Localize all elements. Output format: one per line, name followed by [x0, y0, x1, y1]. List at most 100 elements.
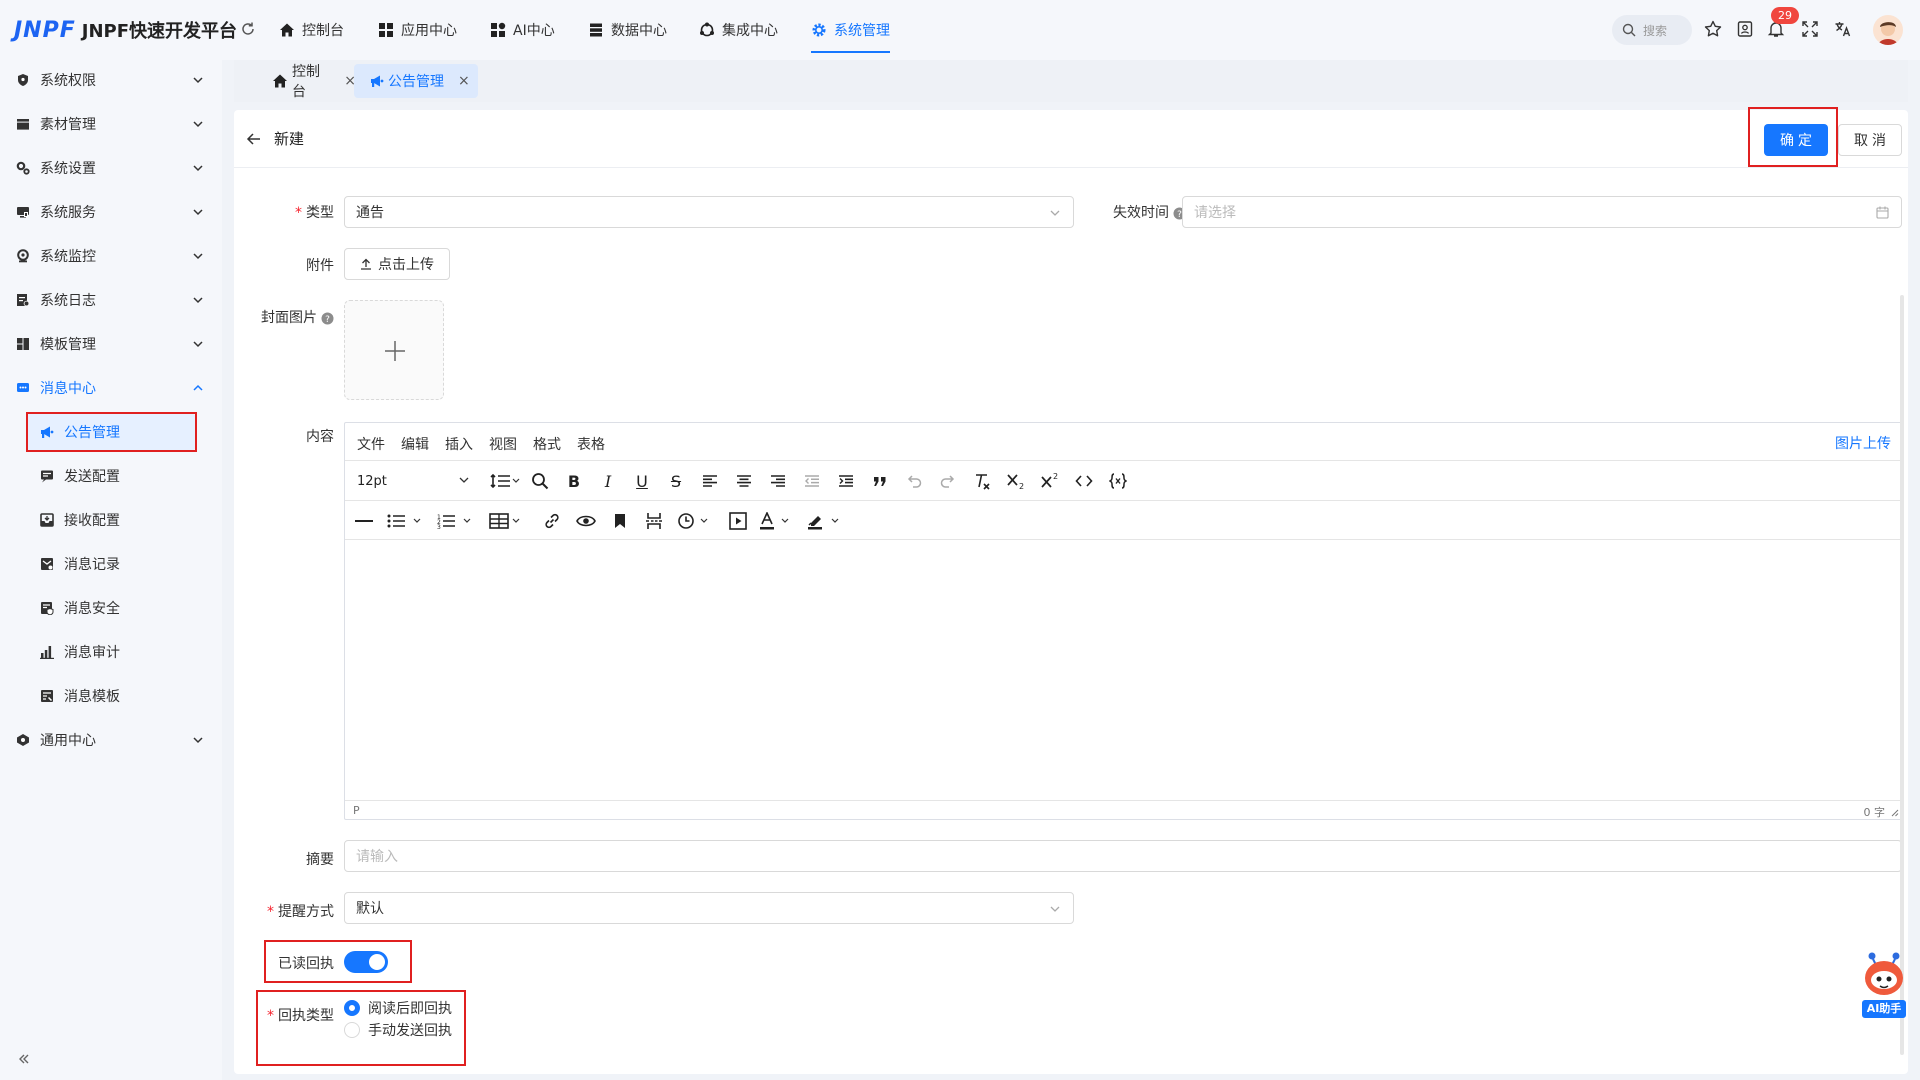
type-select[interactable]: 通告: [344, 196, 1074, 228]
cover-upload-box[interactable]: [344, 300, 444, 400]
text-color-icon[interactable]: [759, 511, 795, 531]
type-select-value: 通告: [356, 205, 384, 221]
outdent-icon[interactable]: [801, 471, 823, 491]
main-scrollbar[interactable]: [1900, 295, 1904, 1055]
sidebar-sub-item-label: 消息安全: [64, 601, 120, 617]
menu-edit[interactable]: 编辑: [401, 434, 429, 454]
italic-icon[interactable]: I: [597, 471, 619, 491]
bookmark-icon[interactable]: [609, 511, 631, 531]
undo-icon[interactable]: [903, 471, 925, 491]
font-size-select[interactable]: 12pt: [357, 471, 477, 491]
code-sample-icon[interactable]: [1107, 471, 1129, 491]
tab-console[interactable]: 控制台 ×: [246, 64, 356, 100]
sidebar-item-template[interactable]: 模板管理: [0, 324, 222, 364]
upload-button[interactable]: 点击上传: [344, 248, 450, 280]
media-icon[interactable]: [727, 511, 749, 531]
back-arrow-icon[interactable]: [246, 132, 262, 146]
nav-item-integration-center[interactable]: 集成中心: [699, 17, 778, 43]
table-icon[interactable]: [489, 511, 525, 531]
logo[interactable]: JNPF JNPF快速开发平台: [14, 16, 237, 44]
element-path[interactable]: P: [353, 804, 360, 817]
sidebar-item-system-permission[interactable]: 系统权限: [0, 60, 222, 100]
sidebar-sub-item-message-audit[interactable]: 消息审计: [26, 634, 196, 670]
nav-item-ai-center[interactable]: AI中心: [490, 17, 555, 43]
preview-icon[interactable]: [575, 511, 597, 531]
search-input[interactable]: 搜索: [1612, 15, 1692, 45]
home-icon: [279, 22, 295, 38]
sidebar-sub-item-message-security[interactable]: 消息安全: [26, 590, 196, 626]
editor-content-area[interactable]: [345, 540, 1901, 802]
menu-insert[interactable]: 插入: [445, 434, 473, 454]
blockquote-icon[interactable]: [869, 471, 891, 491]
star-icon[interactable]: [1704, 20, 1722, 38]
menu-format[interactable]: 格式: [533, 434, 561, 454]
align-left-icon[interactable]: [699, 471, 721, 491]
nav-item-app-center[interactable]: 应用中心: [378, 17, 457, 43]
subscript-icon[interactable]: 2: [1005, 471, 1027, 491]
numbered-list-icon[interactable]: 123: [437, 511, 473, 531]
code-icon[interactable]: [1073, 471, 1095, 491]
nav-item-data-center[interactable]: 数据中心: [588, 17, 667, 43]
ai-assistant-button[interactable]: AI助手: [1858, 950, 1910, 1026]
sidebar-item-general-center[interactable]: 通用中心: [0, 720, 222, 760]
menu-file[interactable]: 文件: [357, 434, 385, 454]
font-size-value: 12pt: [357, 473, 387, 489]
page-title: 新建: [274, 130, 305, 148]
sidebar-sub-item-send-config[interactable]: 发送配置: [26, 458, 196, 494]
sidebar-item-system-service[interactable]: 系统服务: [0, 192, 222, 232]
tab-close-icon[interactable]: ×: [458, 73, 470, 89]
tab-announcement[interactable]: 公告管理 ×: [354, 64, 478, 98]
calendar-icon: [1876, 206, 1889, 219]
sidebar-sub-item-message-record[interactable]: 消息记录: [26, 546, 196, 582]
sidebar-item-material[interactable]: 素材管理: [0, 104, 222, 144]
translate-icon[interactable]: [1834, 20, 1852, 38]
resize-handle-icon[interactable]: [1891, 809, 1899, 817]
radio-label: 手动发送回执: [368, 1023, 452, 1039]
page-break-icon[interactable]: [643, 511, 665, 531]
redo-icon[interactable]: [937, 471, 959, 491]
summary-input[interactable]: 请输入: [344, 840, 1902, 872]
clear-format-icon[interactable]: [971, 471, 993, 491]
sidebar-item-system-log[interactable]: 系统日志: [0, 280, 222, 320]
read-receipt-toggle[interactable]: [344, 951, 388, 973]
sidebar-item-message-center[interactable]: 消息中心: [0, 368, 222, 408]
avatar[interactable]: [1873, 15, 1903, 45]
line-height-icon[interactable]: [487, 471, 523, 491]
collapse-sidebar-icon[interactable]: [17, 1052, 31, 1066]
align-right-icon[interactable]: [767, 471, 789, 491]
sidebar-sub-item-announcement[interactable]: 公告管理: [26, 414, 196, 450]
receipt-option-auto[interactable]: 阅读后即回执: [344, 998, 452, 1018]
sidebar-sub-item-receive-config[interactable]: 接收配置: [26, 502, 196, 538]
link-icon[interactable]: [541, 511, 563, 531]
superscript-icon[interactable]: 2: [1039, 471, 1061, 491]
sidebar-item-system-monitor[interactable]: 系统监控: [0, 236, 222, 276]
horizontal-rule-icon[interactable]: [353, 511, 375, 531]
receipt-option-manual[interactable]: 手动发送回执: [344, 1020, 452, 1040]
strikethrough-icon[interactable]: S: [665, 471, 687, 491]
cancel-button[interactable]: 取消: [1838, 124, 1902, 156]
nav-item-system-management[interactable]: 系统管理: [811, 17, 890, 53]
fullscreen-icon[interactable]: [1801, 20, 1819, 38]
datetime-icon[interactable]: [677, 511, 713, 531]
search-replace-icon[interactable]: [529, 471, 551, 491]
underline-icon[interactable]: U: [631, 471, 653, 491]
nav-item-console[interactable]: 控制台: [279, 17, 344, 43]
inbox-icon: [40, 513, 54, 527]
sidebar-item-system-settings[interactable]: 系统设置: [0, 148, 222, 188]
align-center-icon[interactable]: [733, 471, 755, 491]
remind-select[interactable]: 默认: [344, 892, 1074, 924]
indent-icon[interactable]: [835, 471, 857, 491]
bold-icon[interactable]: B: [563, 471, 585, 491]
image-upload-link[interactable]: 图片上传: [1835, 433, 1891, 453]
menu-table[interactable]: 表格: [577, 434, 605, 454]
refresh-icon[interactable]: [240, 21, 256, 37]
nav-item-label: 应用中心: [401, 23, 457, 39]
nav-item-label: 控制台: [302, 23, 344, 39]
confirm-button[interactable]: 确定: [1764, 124, 1828, 156]
menu-view[interactable]: 视图: [489, 434, 517, 454]
portal-icon[interactable]: [1736, 20, 1754, 38]
bullet-list-icon[interactable]: [387, 511, 423, 531]
highlight-color-icon[interactable]: [807, 511, 843, 531]
expire-date-picker[interactable]: 请选择: [1182, 196, 1902, 228]
sidebar-sub-item-message-template[interactable]: 消息模板: [26, 678, 196, 714]
